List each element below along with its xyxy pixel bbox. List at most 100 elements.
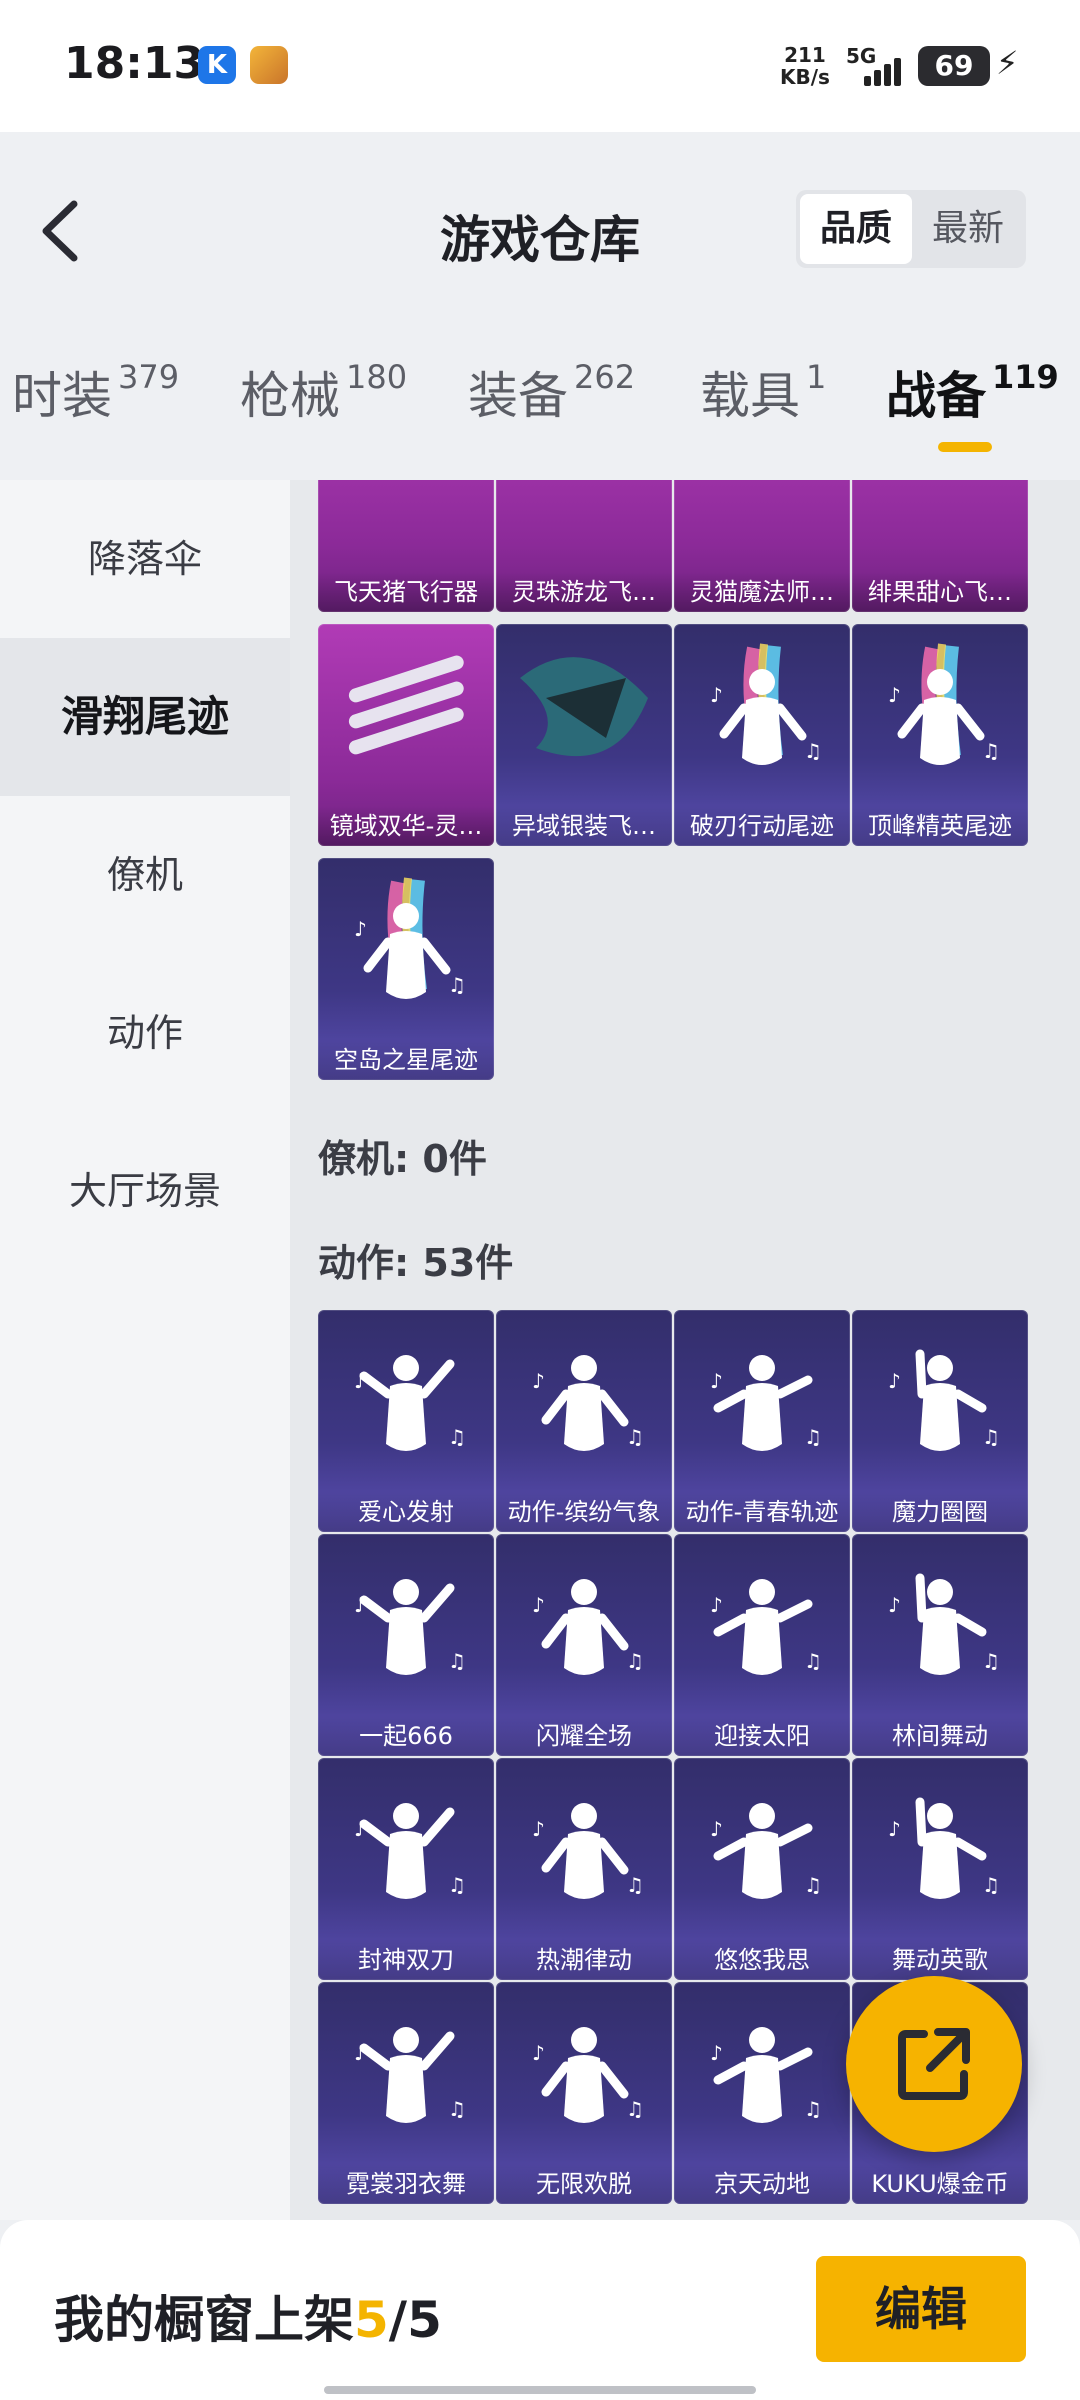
tab-combat-gear[interactable]: 战备 119 (886, 356, 1059, 452)
emote-card[interactable]: ♪ ♫ 京天动地 (674, 1982, 850, 2204)
emote-card[interactable]: ♪ ♫ 热潮律动 (496, 1758, 672, 1980)
item-name: 一起666 (318, 1716, 494, 1756)
item-image: ♪ ♫ (328, 872, 484, 1032)
emote-card[interactable]: ♪ ♫ 林间舞动 (852, 1534, 1028, 1756)
item-name: 灵猫魔法师… (674, 572, 850, 612)
emote-card[interactable]: ♪ ♫ 迎接太阳 (674, 1534, 850, 1756)
share-button[interactable] (846, 1976, 1022, 2152)
glide-trail-card[interactable]: ♪ ♫ 破刃行动尾迹 (674, 624, 850, 846)
emote-card[interactable]: ♪ ♫ 动作-青春轨迹 (674, 1310, 850, 1532)
svg-text:♪: ♪ (888, 683, 901, 707)
item-image (506, 638, 662, 798)
svg-text:♫: ♫ (448, 1425, 466, 1449)
emote-card[interactable]: ♪ ♫ 封神双刀 (318, 1758, 494, 1980)
home-indicator[interactable] (324, 2386, 756, 2394)
tab-count: 1 (806, 358, 827, 396)
emote-card[interactable]: ♪ ♫ 悠悠我思 (674, 1758, 850, 1980)
svg-text:♪: ♪ (532, 2041, 545, 2065)
item-name: 无限欢脱 (496, 2164, 672, 2204)
emote-card[interactable]: ♪ ♫ 无限欢脱 (496, 1982, 672, 2204)
glide-trail-card[interactable]: 异域银装飞… (496, 624, 672, 846)
glide-trail-card[interactable]: 镜域双华-灵… (318, 624, 494, 846)
sidebar-item-parachute[interactable]: 降落伞 (0, 480, 290, 638)
svg-text:♫: ♫ (448, 1873, 466, 1897)
svg-text:♫: ♫ (982, 1873, 1000, 1897)
emote-figure: ♪♫ (684, 1772, 840, 1932)
k-app-icon: K (198, 46, 236, 84)
tab-count: 262 (574, 358, 636, 396)
item-name: 破刃行动尾迹 (674, 806, 850, 846)
status-bar: 18:13 K 211 KB/s 5G 69 ⚡ (0, 0, 1080, 132)
sidebar-item-lobby-scene[interactable]: 大厅场景 (0, 1112, 290, 1270)
glide-trail-card[interactable]: 飞天猪飞行器 (318, 480, 494, 612)
bolt-icon: ⚡ (996, 44, 1019, 82)
svg-text:♫: ♫ (804, 1873, 822, 1897)
svg-text:♪: ♪ (710, 1369, 723, 1393)
tab-guns[interactable]: 枪械 180 (240, 356, 407, 428)
emote-figure: ♪♫ (328, 1324, 484, 1484)
emote-card[interactable]: ♪ ♫ 闪耀全场 (496, 1534, 672, 1756)
svg-text:♫: ♫ (448, 2097, 466, 2121)
svg-text:♪: ♪ (710, 2041, 723, 2065)
network-speed-value: 211 (784, 43, 826, 67)
item-image: ♪ ♫ (684, 638, 840, 798)
svg-text:♫: ♫ (804, 1425, 822, 1449)
svg-text:♪: ♪ (888, 1593, 901, 1617)
edit-button[interactable]: 编辑 (816, 2256, 1026, 2362)
emote-figure: ♪♫ (684, 1548, 840, 1708)
item-name: 动作-青春轨迹 (674, 1492, 850, 1532)
showcase-label: 我的橱窗上架 (54, 2291, 354, 2349)
item-name: 闪耀全场 (496, 1716, 672, 1756)
emote-card[interactable]: ♪ ♫ 一起666 (318, 1534, 494, 1756)
tab-vehicles[interactable]: 载具 1 (700, 356, 826, 428)
svg-text:♪: ♪ (710, 683, 723, 707)
signal-icon (864, 56, 910, 86)
glide-trail-card[interactable]: 灵猫魔法师… (674, 480, 850, 612)
wingman-section-title: 僚机: 0件 (318, 1137, 487, 1181)
tab-equipment[interactable]: 装备 262 (468, 356, 635, 428)
item-name: 霓裳羽衣舞 (318, 2164, 494, 2204)
sort-newest-button[interactable]: 最新 (914, 194, 1022, 264)
emote-figure: ♪♫ (506, 1324, 662, 1484)
emote-figure: ♪♫ (862, 1548, 1018, 1708)
item-name: 京天动地 (674, 2164, 850, 2204)
tab-count: 379 (118, 358, 180, 396)
svg-text:♪: ♪ (532, 1817, 545, 1841)
tab-fashion[interactable]: 时装 379 (12, 356, 179, 428)
svg-text:♫: ♫ (448, 1649, 466, 1673)
tab-label: 装备 (468, 367, 568, 425)
item-name: 迎接太阳 (674, 1716, 850, 1756)
battery-level: 69 (918, 46, 990, 86)
glide-trail-card[interactable]: 绯果甜心飞… (852, 480, 1028, 612)
svg-text:♫: ♫ (626, 2097, 644, 2121)
svg-text:♪: ♪ (354, 2041, 367, 2065)
showcase-current: 5 (354, 2291, 389, 2349)
item-name: 爱心发射 (318, 1492, 494, 1532)
emote-card[interactable]: ♪ ♫ 动作-缤纷气象 (496, 1310, 672, 1532)
emote-card[interactable]: ♪ ♫ 霓裳羽衣舞 (318, 1982, 494, 2204)
emote-section-title: 动作: 53件 (318, 1241, 514, 1285)
showcase-max: 5 (407, 2291, 442, 2349)
item-image: ♪ ♫ (862, 638, 1018, 798)
item-image (328, 638, 484, 798)
glide-trail-card[interactable]: ♪ ♫ 顶峰精英尾迹 (852, 624, 1028, 846)
item-image (328, 480, 484, 564)
glide-trail-grid: 飞天猪飞行器 灵珠游龙飞… 灵猫魔法师… 绯果甜心飞… 镜域双华-灵… 异域银装飞… ♪ ♫ 破… (318, 480, 1053, 1100)
item-image (506, 480, 662, 564)
item-list[interactable]: 飞天猪飞行器 灵珠游龙飞… 灵猫魔法师… 绯果甜心飞… 镜域双华-灵… 异域银装飞… ♪ ♫ 破… (290, 480, 1080, 2220)
emote-figure: ♪♫ (684, 1324, 840, 1484)
emote-card[interactable]: ♪ ♫ 魔力圈圈 (852, 1310, 1028, 1532)
share-external-icon (898, 2028, 970, 2100)
sort-quality-button[interactable]: 品质 (800, 194, 912, 264)
emote-card[interactable]: ♪ ♫ 舞动英歌 (852, 1758, 1028, 1980)
sidebar-item-glide-trail[interactable]: 滑翔尾迹 (0, 638, 290, 796)
showcase-footer: 我的橱窗上架5/5 编辑 (0, 2220, 1080, 2400)
sidebar-item-emote[interactable]: 动作 (0, 954, 290, 1112)
svg-text:♫: ♫ (982, 1649, 1000, 1673)
glide-trail-card[interactable]: 灵珠游龙飞… (496, 480, 672, 612)
tab-active-indicator (938, 442, 992, 452)
sidebar-item-wingman[interactable]: 僚机 (0, 796, 290, 954)
glide-trail-card[interactable]: ♪ ♫ 空岛之星尾迹 (318, 858, 494, 1080)
emote-card[interactable]: ♪ ♫ 爱心发射 (318, 1310, 494, 1532)
tab-label: 载具 (700, 367, 800, 425)
